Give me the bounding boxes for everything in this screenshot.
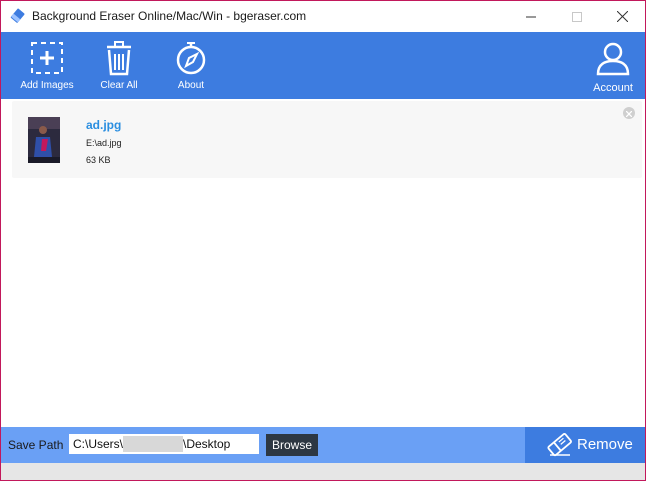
account-button[interactable]: Account [589, 32, 637, 99]
minimize-button[interactable] [508, 1, 554, 32]
remove-button[interactable]: Remove [525, 427, 645, 463]
file-name[interactable]: ad.jpg [86, 118, 121, 132]
close-button[interactable] [599, 1, 645, 32]
maximize-button[interactable] [554, 1, 600, 32]
add-dashed-square-icon [29, 40, 65, 76]
file-path: E:\ad.jpg [86, 138, 122, 148]
app-eraser-icon [10, 8, 26, 24]
save-path-suffix: \Desktop [183, 437, 231, 451]
trash-icon [101, 40, 137, 76]
bottom-bar: Save Path C:\Users\ \Desktop Browse Remo… [1, 427, 645, 463]
browse-button[interactable]: Browse [266, 434, 318, 456]
window-title: Background Eraser Online/Mac/Win - bgera… [32, 9, 307, 23]
image-thumbnail [28, 117, 60, 163]
clear-all-button[interactable]: Clear All [95, 32, 143, 99]
redacted-username [123, 436, 183, 452]
save-path-label: Save Path [8, 438, 64, 452]
add-images-button[interactable]: Add Images [19, 32, 75, 99]
list-item[interactable]: ad.jpg E:\ad.jpg 63 KB [12, 101, 642, 178]
add-images-label: Add Images [20, 80, 74, 91]
save-path-prefix: C:\Users\ [73, 437, 124, 451]
user-icon [595, 40, 631, 76]
title-bar[interactable]: Background Eraser Online/Mac/Win - bgera… [1, 1, 645, 32]
file-list: ad.jpg E:\ad.jpg 63 KB [1, 99, 645, 427]
file-size: 63 KB [86, 155, 111, 165]
close-icon [625, 104, 633, 122]
compass-icon [173, 40, 209, 76]
eraser-icon [547, 433, 573, 457]
save-path-input[interactable]: C:\Users\ \Desktop [69, 434, 259, 454]
status-bar [1, 463, 645, 480]
about-button[interactable]: About [167, 32, 215, 99]
account-label: Account [593, 82, 633, 94]
remove-item-button[interactable] [623, 107, 635, 119]
toolbar: Add Images Clear All About Account [1, 32, 645, 99]
remove-label: Remove [577, 436, 633, 453]
app-window: Background Eraser Online/Mac/Win - bgera… [0, 0, 646, 481]
about-label: About [177, 80, 205, 91]
clear-all-label: Clear All [100, 80, 138, 91]
